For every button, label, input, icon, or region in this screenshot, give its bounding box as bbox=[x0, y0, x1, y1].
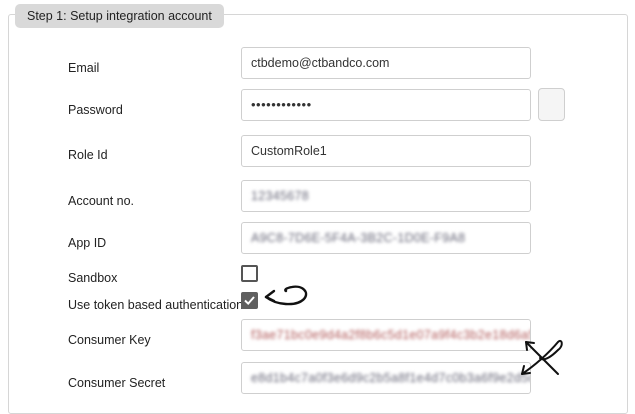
account-no-field[interactable]: 12345678 bbox=[241, 180, 531, 212]
crossed-arrows-icon bbox=[521, 340, 563, 375]
email-field[interactable]: ctbdemo@ctbandco.com bbox=[241, 47, 531, 79]
account-no-value: 12345678 bbox=[251, 189, 310, 203]
show-password-button[interactable] bbox=[538, 88, 565, 121]
curved-arrow-left-icon bbox=[264, 285, 308, 306]
consumer-secret-value: e8d1b4c7a0f3e6d9c2b5a8f1e4d7c0b3a6f9e2d5… bbox=[251, 371, 530, 385]
token-auth-label: Use token based authentication bbox=[68, 298, 244, 312]
consumer-key-value: f3ae71bc0e9d4a2f8b6c5d1e07a9f4c3b2e18d6a… bbox=[251, 328, 530, 342]
app-id-value: A9C8-7D6E-5F4A-3B2C-1D0E-F9A8 bbox=[251, 231, 466, 245]
account-no-label: Account no. bbox=[68, 194, 135, 208]
sandbox-checkbox[interactable] bbox=[241, 265, 258, 282]
consumer-secret-field[interactable]: e8d1b4c7a0f3e6d9c2b5a8f1e4d7c0b3a6f9e2d5… bbox=[241, 362, 531, 394]
consumer-key-field[interactable]: f3ae71bc0e9d4a2f8b6c5d1e07a9f4c3b2e18d6a… bbox=[241, 319, 531, 351]
sandbox-label: Sandbox bbox=[68, 271, 118, 285]
email-label: Email bbox=[68, 61, 100, 75]
password-field[interactable]: •••••••••••• bbox=[241, 89, 531, 121]
role-id-label: Role Id bbox=[68, 148, 108, 162]
password-label: Password bbox=[68, 103, 123, 117]
consumer-secret-label: Consumer Secret bbox=[68, 376, 166, 390]
app-id-label: App ID bbox=[68, 236, 107, 250]
consumer-key-label: Consumer Key bbox=[68, 333, 151, 347]
app-id-field[interactable]: A9C8-7D6E-5F4A-3B2C-1D0E-F9A8 bbox=[241, 222, 531, 254]
token-auth-checkbox[interactable] bbox=[241, 292, 258, 309]
section-legend: Step 1: Setup integration account bbox=[15, 4, 224, 28]
role-id-field[interactable]: CustomRole1 bbox=[241, 135, 531, 167]
checkmark-icon bbox=[244, 296, 255, 306]
